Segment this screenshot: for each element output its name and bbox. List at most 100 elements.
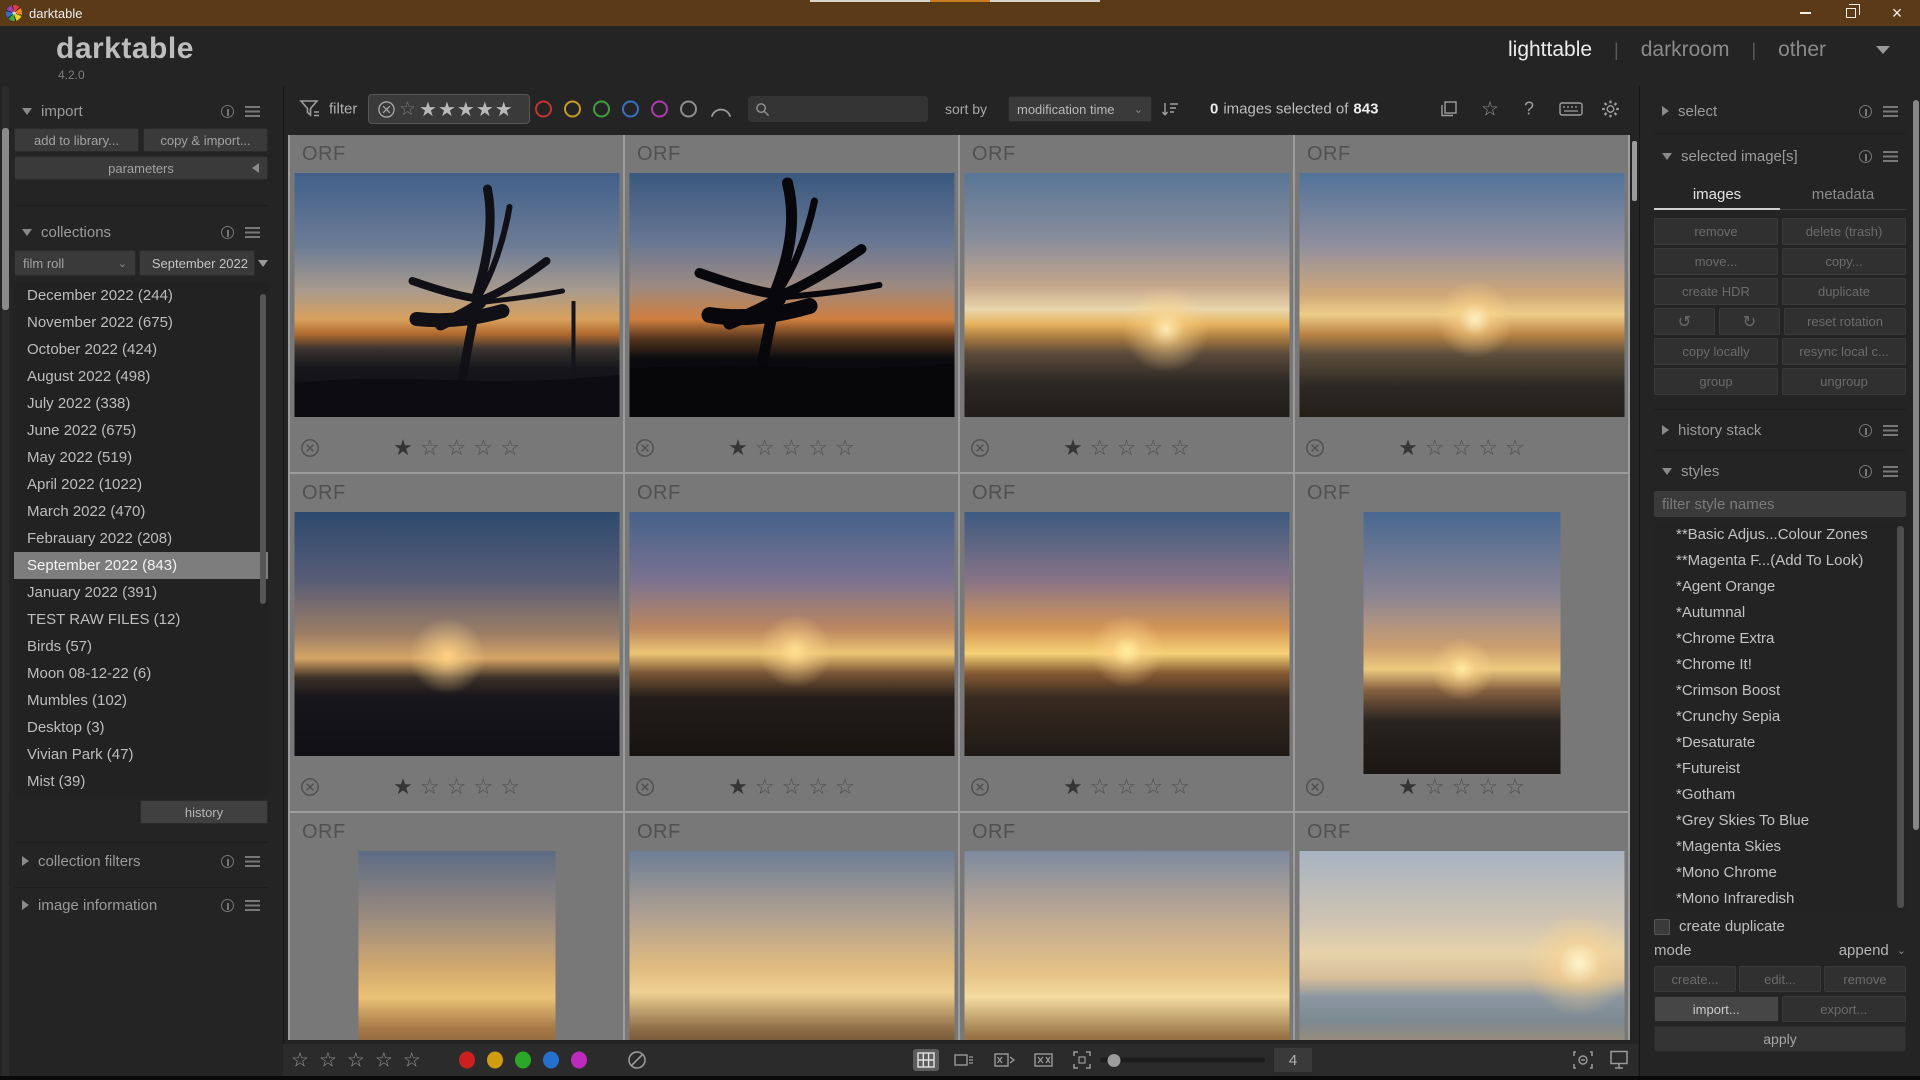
image-information-section-header[interactable]: image information [14, 891, 268, 919]
image-cell[interactable]: ORF★☆☆☆☆ [290, 474, 625, 813]
image-cell[interactable]: ORF★☆☆☆☆ [625, 135, 960, 474]
history-button[interactable]: history [140, 800, 268, 824]
image-cell[interactable]: ORF★☆☆☆☆ [290, 813, 625, 1040]
color-label-icon[interactable] [543, 1052, 559, 1069]
ungroup-button[interactable]: ungroup [1782, 368, 1906, 395]
star-icon[interactable]: ☆ [420, 774, 440, 800]
star-icon[interactable]: ☆ [420, 435, 440, 461]
star-icon[interactable]: ☆ [1090, 435, 1110, 461]
star-icon[interactable]: ★ [728, 435, 748, 461]
star-icon[interactable]: ☆ [782, 435, 802, 461]
star-icon[interactable]: ☆ [1170, 435, 1190, 461]
color-label-icon[interactable] [459, 1052, 475, 1069]
color-label-icon[interactable] [564, 101, 581, 118]
image-cell[interactable]: ORF★☆☆☆☆ [1295, 474, 1630, 813]
copy--button[interactable]: copy... [1782, 248, 1906, 275]
collection-item[interactable]: March 2022 (470) [14, 498, 268, 525]
left-panel-scrollbar-thumb[interactable] [2, 128, 9, 310]
view-other[interactable]: other [1778, 38, 1826, 62]
style-apply-button[interactable]: apply [1654, 1026, 1906, 1052]
sort-select[interactable]: modification time ⌄ [1008, 96, 1152, 122]
collection-item[interactable]: Desktop (3) [14, 714, 268, 741]
collection-item[interactable]: Mumbles (102) [14, 687, 268, 714]
collection-filter-input[interactable]: September 2022 [139, 250, 255, 276]
zoom-slider-track[interactable] [1100, 1058, 1265, 1063]
color-label-icon[interactable] [535, 101, 552, 118]
history-stack-section-header[interactable]: history stack [1654, 416, 1906, 444]
style-item[interactable]: *Autumnal [1654, 600, 1906, 626]
collection-item[interactable]: September 2022 (843) [14, 552, 268, 579]
style-item[interactable]: *Magenta Skies [1654, 834, 1906, 860]
star-icon[interactable]: ☆ [319, 1048, 337, 1073]
star-icon[interactable]: ★ [728, 774, 748, 800]
star-icon[interactable]: ☆ [1143, 774, 1163, 800]
star-icon[interactable]: ☆ [500, 435, 520, 461]
image-cell[interactable]: ORF★☆☆☆☆ [1295, 135, 1630, 474]
style-export-button[interactable]: export... [1782, 996, 1907, 1022]
image-cell[interactable]: ORF★☆☆☆☆ [1295, 813, 1630, 1040]
restore-button[interactable] [1828, 0, 1874, 26]
style-item[interactable]: **Basic Adjus...Colour Zones [1654, 522, 1906, 548]
rotate-ccw-icon[interactable]: ↺ [1654, 308, 1715, 335]
collection-item[interactable]: Mist (39) [14, 768, 268, 795]
create-duplicate-checkbox[interactable] [1654, 919, 1670, 935]
star-icon[interactable]: ☆ [1117, 435, 1137, 461]
collection-item[interactable]: April 2022 (1022) [14, 471, 268, 498]
search-box[interactable] [748, 96, 928, 122]
full-preview-icon[interactable] [1073, 1051, 1091, 1069]
style-item[interactable]: *Futureist [1654, 756, 1906, 782]
star-icon[interactable]: ★ [1398, 435, 1418, 461]
style-remove-button[interactable]: remove [1824, 966, 1906, 992]
info-icon[interactable] [1859, 105, 1872, 118]
view-darkroom[interactable]: darkroom [1641, 38, 1730, 62]
star-icon[interactable]: ☆ [1452, 435, 1472, 461]
star-icon[interactable]: ☆ [347, 1048, 365, 1073]
image-thumbnail[interactable] [964, 851, 1289, 1040]
info-icon[interactable] [1859, 150, 1872, 163]
collection-item[interactable]: May 2022 (519) [14, 444, 268, 471]
reset-rotation-button[interactable]: reset rotation [1784, 308, 1906, 335]
thumbnail-rating[interactable]: ★☆☆☆☆ [625, 774, 958, 800]
info-icon[interactable] [1859, 465, 1872, 478]
star-icon[interactable]: ☆ [1425, 435, 1445, 461]
collapse-groupings-icon[interactable] [1439, 100, 1459, 118]
image-cell[interactable]: ORF★☆☆☆☆ [290, 135, 625, 474]
info-icon[interactable] [1859, 424, 1872, 437]
image-thumbnail[interactable] [294, 173, 619, 417]
style-item[interactable]: *Mono Infraredish [1654, 886, 1906, 912]
style-item[interactable]: *Chrome Extra [1654, 626, 1906, 652]
color-label-icon[interactable] [651, 101, 668, 118]
filemanager-view-icon[interactable] [913, 1049, 939, 1071]
info-icon[interactable] [221, 226, 234, 239]
star-icon[interactable]: ☆ [447, 774, 467, 800]
star-icon[interactable]: ★ [457, 97, 475, 122]
style-item[interactable]: *Crimson Boost [1654, 678, 1906, 704]
presets-menu-icon[interactable] [1883, 106, 1898, 117]
collection-item[interactable]: June 2022 (675) [14, 417, 268, 444]
collections-section-header[interactable]: collections [14, 218, 268, 246]
star-icon[interactable]: ☆ [1425, 774, 1445, 800]
star-icon[interactable]: ☆ [473, 774, 493, 800]
collection-item[interactable]: Moon 08-12-22 (6) [14, 660, 268, 687]
collection-mode-select[interactable]: film roll ⌄ [14, 250, 136, 276]
star-icon[interactable]: ☆ [1170, 774, 1190, 800]
image-thumbnail[interactable] [964, 173, 1289, 417]
style-item[interactable]: **Magenta F...(Add To Look) [1654, 548, 1906, 574]
image-thumbnail[interactable] [964, 512, 1289, 756]
remove-button[interactable]: remove [1654, 218, 1778, 245]
thumbnail-rating[interactable]: ★☆☆☆☆ [1295, 435, 1628, 461]
image-thumbnail[interactable] [629, 173, 954, 417]
collections-scrollbar-thumb[interactable] [260, 294, 266, 604]
star-icon[interactable]: ☆ [1090, 774, 1110, 800]
star-icon[interactable]: ☆ [1452, 774, 1472, 800]
collection-item[interactable]: December 2022 (244) [14, 282, 268, 309]
resync-local-c--button[interactable]: resync local c... [1782, 338, 1906, 365]
star-icon[interactable]: ☆ [1143, 435, 1163, 461]
duplicate-button[interactable]: duplicate [1782, 278, 1906, 305]
star-icon[interactable]: ☆ [755, 435, 775, 461]
preferences-gear-icon[interactable] [1601, 100, 1620, 119]
reject-icon[interactable] [377, 100, 396, 119]
style-filter-input[interactable] [1654, 491, 1906, 517]
parameters-button[interactable]: parameters [14, 156, 268, 180]
star-icon[interactable]: ☆ [291, 1048, 309, 1073]
